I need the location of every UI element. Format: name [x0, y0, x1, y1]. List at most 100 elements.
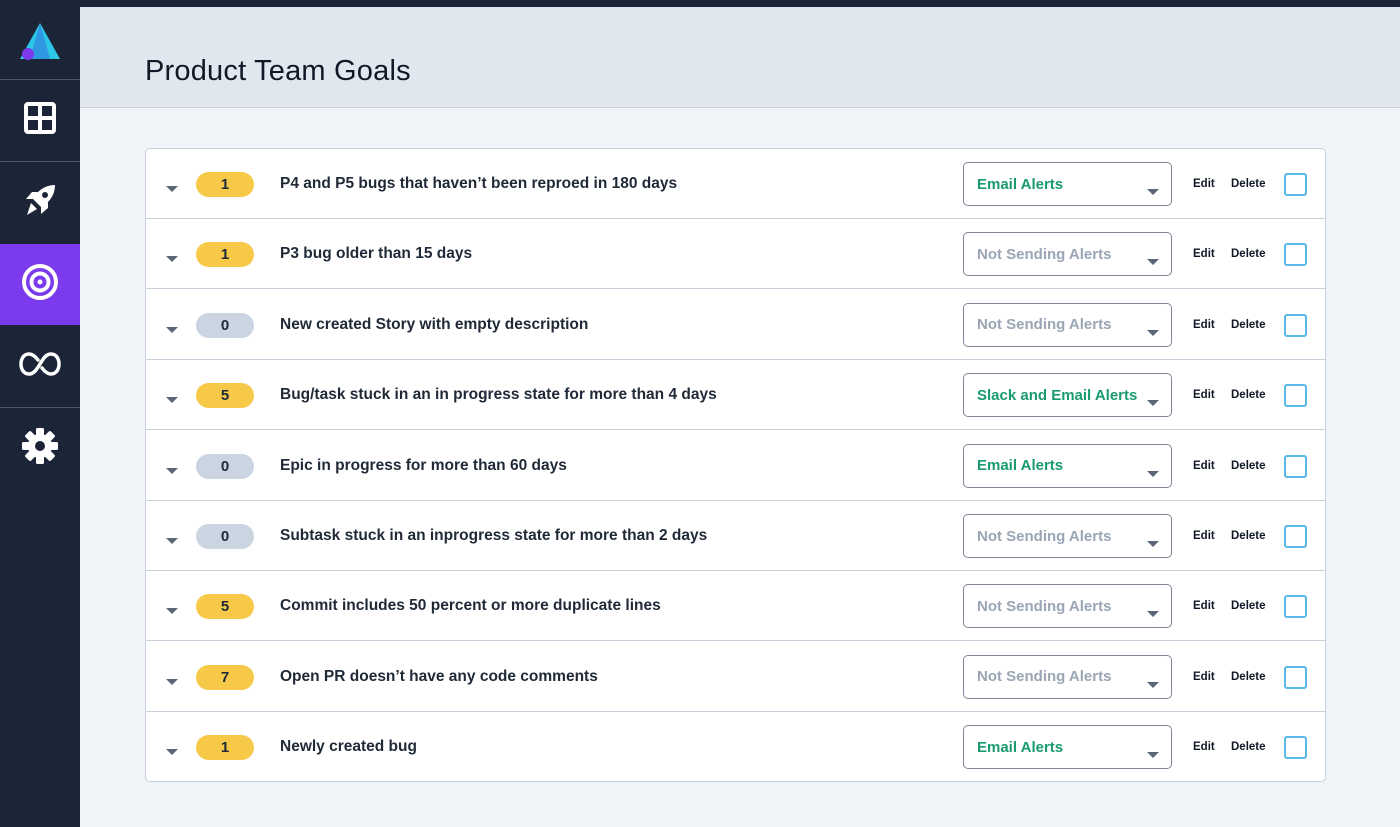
page-header: Product Team Goals	[80, 7, 1400, 108]
chevron-down-icon	[1147, 323, 1159, 336]
delete-button[interactable]: Delete	[1231, 431, 1266, 501]
goal-row: 7 Open PR doesn’t have any code comments…	[146, 642, 1325, 712]
sidebar-item-goals[interactable]	[0, 244, 80, 325]
main-content: Product Team Goals 1 P4 and P5 bugs that…	[80, 7, 1400, 827]
goal-row: 5 Commit includes 50 percent or more dup…	[146, 571, 1325, 642]
edit-button[interactable]: Edit	[1193, 642, 1215, 712]
delete-button[interactable]: Delete	[1231, 219, 1266, 289]
edit-button[interactable]: Edit	[1193, 571, 1215, 641]
goal-text: New created Story with empty description	[280, 315, 589, 333]
edit-button[interactable]: Edit	[1193, 149, 1215, 219]
goal-count-badge: 5	[196, 594, 254, 620]
expand-caret-icon[interactable]	[165, 321, 179, 333]
expand-caret-icon[interactable]	[165, 743, 179, 756]
delete-button[interactable]: Delete	[1231, 712, 1266, 782]
goal-count-badge: 5	[196, 383, 254, 409]
goal-row: 5 Bug/task stuck in an in progress state…	[146, 360, 1325, 431]
goal-text: Commit includes 50 percent or more dupli…	[280, 597, 661, 615]
goal-row: 1 Newly created bug Email Alerts Edit De…	[146, 712, 1325, 782]
delete-button[interactable]: Delete	[1231, 290, 1266, 360]
expand-caret-icon[interactable]	[165, 250, 179, 263]
edit-button[interactable]: Edit	[1193, 290, 1215, 360]
goal-count-badge: 1	[196, 735, 254, 761]
alert-select-value: Not Sending Alerts	[977, 597, 1112, 615]
goal-count-badge: 0	[196, 453, 254, 479]
loop-icon	[18, 351, 62, 382]
alert-select[interactable]: Slack and Email Alerts	[963, 373, 1172, 418]
alert-select[interactable]: Not Sending Alerts	[963, 514, 1172, 558]
row-checkbox[interactable]	[1284, 173, 1307, 196]
delete-button[interactable]: Delete	[1231, 501, 1266, 571]
row-checkbox[interactable]	[1284, 525, 1307, 548]
chevron-down-icon	[1147, 675, 1159, 688]
sidebar	[0, 0, 80, 827]
chevron-down-icon	[1147, 393, 1159, 407]
gear-icon	[21, 427, 59, 470]
goal-text: Newly created bug	[280, 738, 417, 756]
expand-caret-icon[interactable]	[165, 180, 179, 192]
goal-row: 1 P4 and P5 bugs that haven’t been repro…	[146, 149, 1325, 219]
goal-text: P3 bug older than 15 days	[280, 245, 473, 263]
edit-button[interactable]: Edit	[1193, 501, 1215, 571]
row-checkbox[interactable]	[1284, 595, 1307, 619]
app-logo[interactable]	[0, 8, 80, 80]
expand-caret-icon[interactable]	[165, 602, 179, 615]
expand-caret-icon[interactable]	[165, 673, 179, 685]
sidebar-item-dashboard[interactable]	[0, 80, 80, 161]
row-checkbox[interactable]	[1284, 243, 1307, 267]
alert-select-value: Email Alerts	[977, 175, 1064, 193]
delete-button[interactable]: Delete	[1231, 642, 1266, 712]
alert-select[interactable]: Not Sending Alerts	[963, 584, 1172, 629]
delete-button[interactable]: Delete	[1231, 571, 1266, 641]
top-bar	[0, 0, 1400, 7]
chevron-down-icon	[1147, 464, 1159, 477]
edit-button[interactable]: Edit	[1193, 431, 1215, 501]
goal-text: Epic in progress for more than 60 days	[280, 456, 567, 474]
delete-button[interactable]: Delete	[1231, 149, 1266, 219]
alert-select[interactable]: Not Sending Alerts	[963, 654, 1172, 699]
expand-caret-icon[interactable]	[165, 532, 179, 544]
row-checkbox[interactable]	[1284, 384, 1307, 408]
chevron-down-icon	[1147, 745, 1159, 759]
edit-button[interactable]: Edit	[1193, 360, 1215, 430]
expand-caret-icon[interactable]	[165, 391, 179, 404]
goal-text: Bug/task stuck in an in progress state f…	[280, 386, 717, 404]
sidebar-item-cycles[interactable]	[0, 326, 80, 407]
delete-button[interactable]: Delete	[1231, 360, 1266, 430]
goal-text: P4 and P5 bugs that haven’t been reproed…	[280, 175, 678, 192]
row-checkbox[interactable]	[1284, 736, 1307, 760]
alert-select-value: Not Sending Alerts	[977, 668, 1112, 686]
alert-select[interactable]: Not Sending Alerts	[963, 302, 1172, 347]
chevron-down-icon	[1147, 534, 1159, 547]
row-checkbox[interactable]	[1284, 665, 1307, 689]
alert-select[interactable]: Email Alerts	[963, 725, 1172, 770]
target-icon	[21, 263, 59, 306]
page-title: Product Team Goals	[145, 55, 411, 87]
alert-select[interactable]: Email Alerts	[963, 443, 1172, 488]
alert-select[interactable]: Not Sending Alerts	[963, 232, 1172, 277]
alert-select-value: Email Alerts	[977, 738, 1064, 756]
row-checkbox[interactable]	[1284, 313, 1307, 337]
goal-count-badge: 7	[196, 664, 254, 690]
rocket-icon	[21, 181, 59, 224]
row-checkbox[interactable]	[1284, 454, 1307, 478]
goal-text: Open PR doesn’t have any code comments	[280, 667, 598, 685]
edit-button[interactable]: Edit	[1193, 712, 1215, 782]
goal-row: 0 Subtask stuck in an inprogress state f…	[146, 501, 1325, 571]
goal-count-badge: 0	[196, 312, 254, 338]
alert-select-value: Email Alerts	[977, 457, 1064, 475]
chevron-down-icon	[1147, 182, 1159, 195]
chevron-down-icon	[1147, 604, 1159, 618]
goal-count-badge: 1	[196, 242, 254, 268]
expand-caret-icon[interactable]	[165, 462, 179, 474]
edit-button[interactable]: Edit	[1193, 219, 1215, 289]
goal-row: 0 New created Story with empty descripti…	[146, 290, 1325, 360]
alert-select-value: Not Sending Alerts	[977, 527, 1112, 545]
goal-text: Subtask stuck in an inprogress state for…	[280, 527, 708, 544]
goal-count-badge: 0	[196, 524, 254, 549]
sidebar-item-settings[interactable]	[0, 408, 80, 489]
goal-row: 1 P3 bug older than 15 days Not Sending …	[146, 219, 1325, 290]
alert-select-value: Slack and Email Alerts	[977, 386, 1138, 404]
alert-select[interactable]: Email Alerts	[963, 162, 1172, 206]
sidebar-item-launch[interactable]	[0, 162, 80, 243]
